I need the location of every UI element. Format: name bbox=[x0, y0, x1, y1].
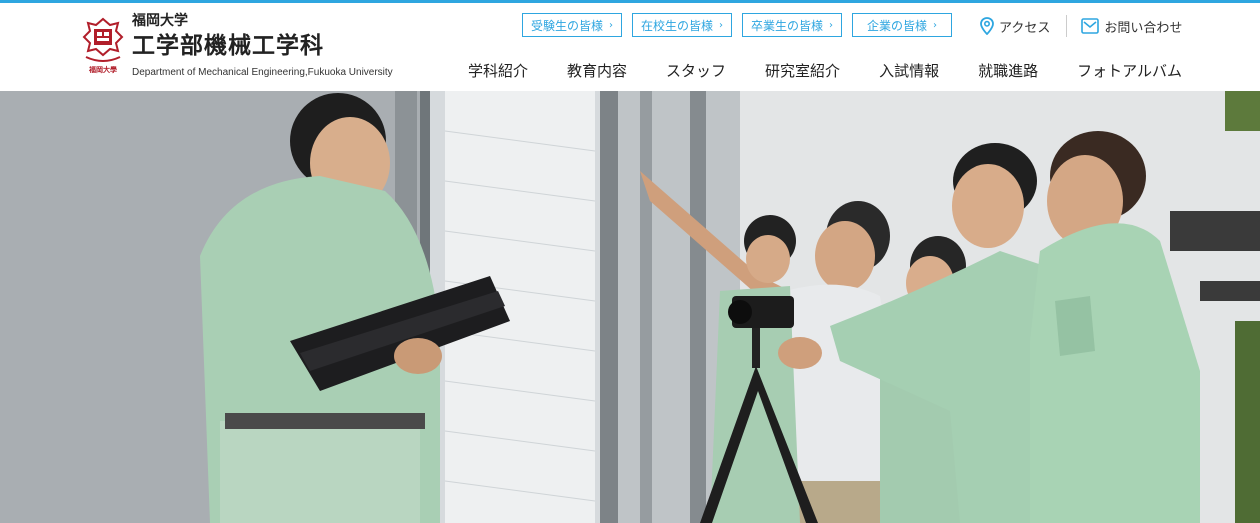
access-link[interactable]: アクセス bbox=[980, 17, 1050, 36]
university-name: 福岡大学 bbox=[132, 13, 188, 29]
audience-link-label: 卒業生の皆様 bbox=[750, 18, 823, 33]
nav-item-photo-album[interactable]: フォトアルバム bbox=[1077, 60, 1182, 81]
mail-icon bbox=[1081, 18, 1100, 34]
audience-links: 受験生の皆様 › 在校生の皆様 › 卒業生の皆様 › 企業の皆様 › bbox=[522, 13, 952, 37]
hero-image bbox=[0, 91, 1260, 523]
hero-photo-illustration bbox=[0, 91, 1260, 523]
site-logo[interactable]: 福岡大學 福岡大学 工学部機械工学科 Department of Mechani… bbox=[80, 13, 393, 83]
emblem-caption: 福岡大學 bbox=[88, 65, 117, 74]
chevron-right-icon: › bbox=[719, 19, 723, 31]
site-header: 福岡大學 福岡大学 工学部機械工学科 Department of Mechani… bbox=[0, 3, 1260, 91]
utility-divider bbox=[1066, 15, 1068, 37]
utility-links: アクセス お問い合わせ bbox=[980, 15, 1182, 37]
university-emblem-icon: 福岡大學 bbox=[82, 17, 124, 74]
nav-item-department-intro[interactable]: 学科紹介 bbox=[468, 60, 528, 81]
nav-item-curriculum[interactable]: 教育内容 bbox=[567, 60, 627, 81]
contact-label: お問い合わせ bbox=[1104, 20, 1183, 36]
chevron-right-icon: › bbox=[829, 19, 833, 31]
audience-link-label: 受験生の皆様 bbox=[530, 18, 603, 33]
map-pin-icon bbox=[980, 17, 994, 35]
access-label: アクセス bbox=[999, 20, 1051, 36]
audience-link-label: 在校生の皆様 bbox=[640, 18, 713, 33]
nav-item-laboratories[interactable]: 研究室紹介 bbox=[765, 60, 840, 81]
nav-item-admissions[interactable]: 入試情報 bbox=[879, 60, 939, 81]
nav-item-careers[interactable]: 就職進路 bbox=[978, 60, 1038, 81]
audience-link-label: 企業の皆様 bbox=[866, 18, 927, 33]
audience-link-alumni[interactable]: 卒業生の皆様 › bbox=[742, 13, 842, 37]
audience-link-current-students[interactable]: 在校生の皆様 › bbox=[632, 13, 732, 37]
nav-item-staff[interactable]: スタッフ bbox=[666, 60, 726, 81]
department-name: 工学部機械工学科 bbox=[132, 33, 324, 59]
audience-link-companies[interactable]: 企業の皆様 › bbox=[852, 13, 952, 37]
chevron-right-icon: › bbox=[609, 19, 613, 31]
contact-link[interactable]: お問い合わせ bbox=[1081, 17, 1182, 36]
main-nav: 学科紹介 教育内容 スタッフ 研究室紹介 入試情報 就職進路 フォトアルバム bbox=[468, 60, 1182, 81]
department-name-en: Department of Mechanical Engineering,Fuk… bbox=[132, 67, 393, 78]
chevron-right-icon: › bbox=[933, 19, 937, 31]
audience-link-prospective-students[interactable]: 受験生の皆様 › bbox=[522, 13, 622, 37]
